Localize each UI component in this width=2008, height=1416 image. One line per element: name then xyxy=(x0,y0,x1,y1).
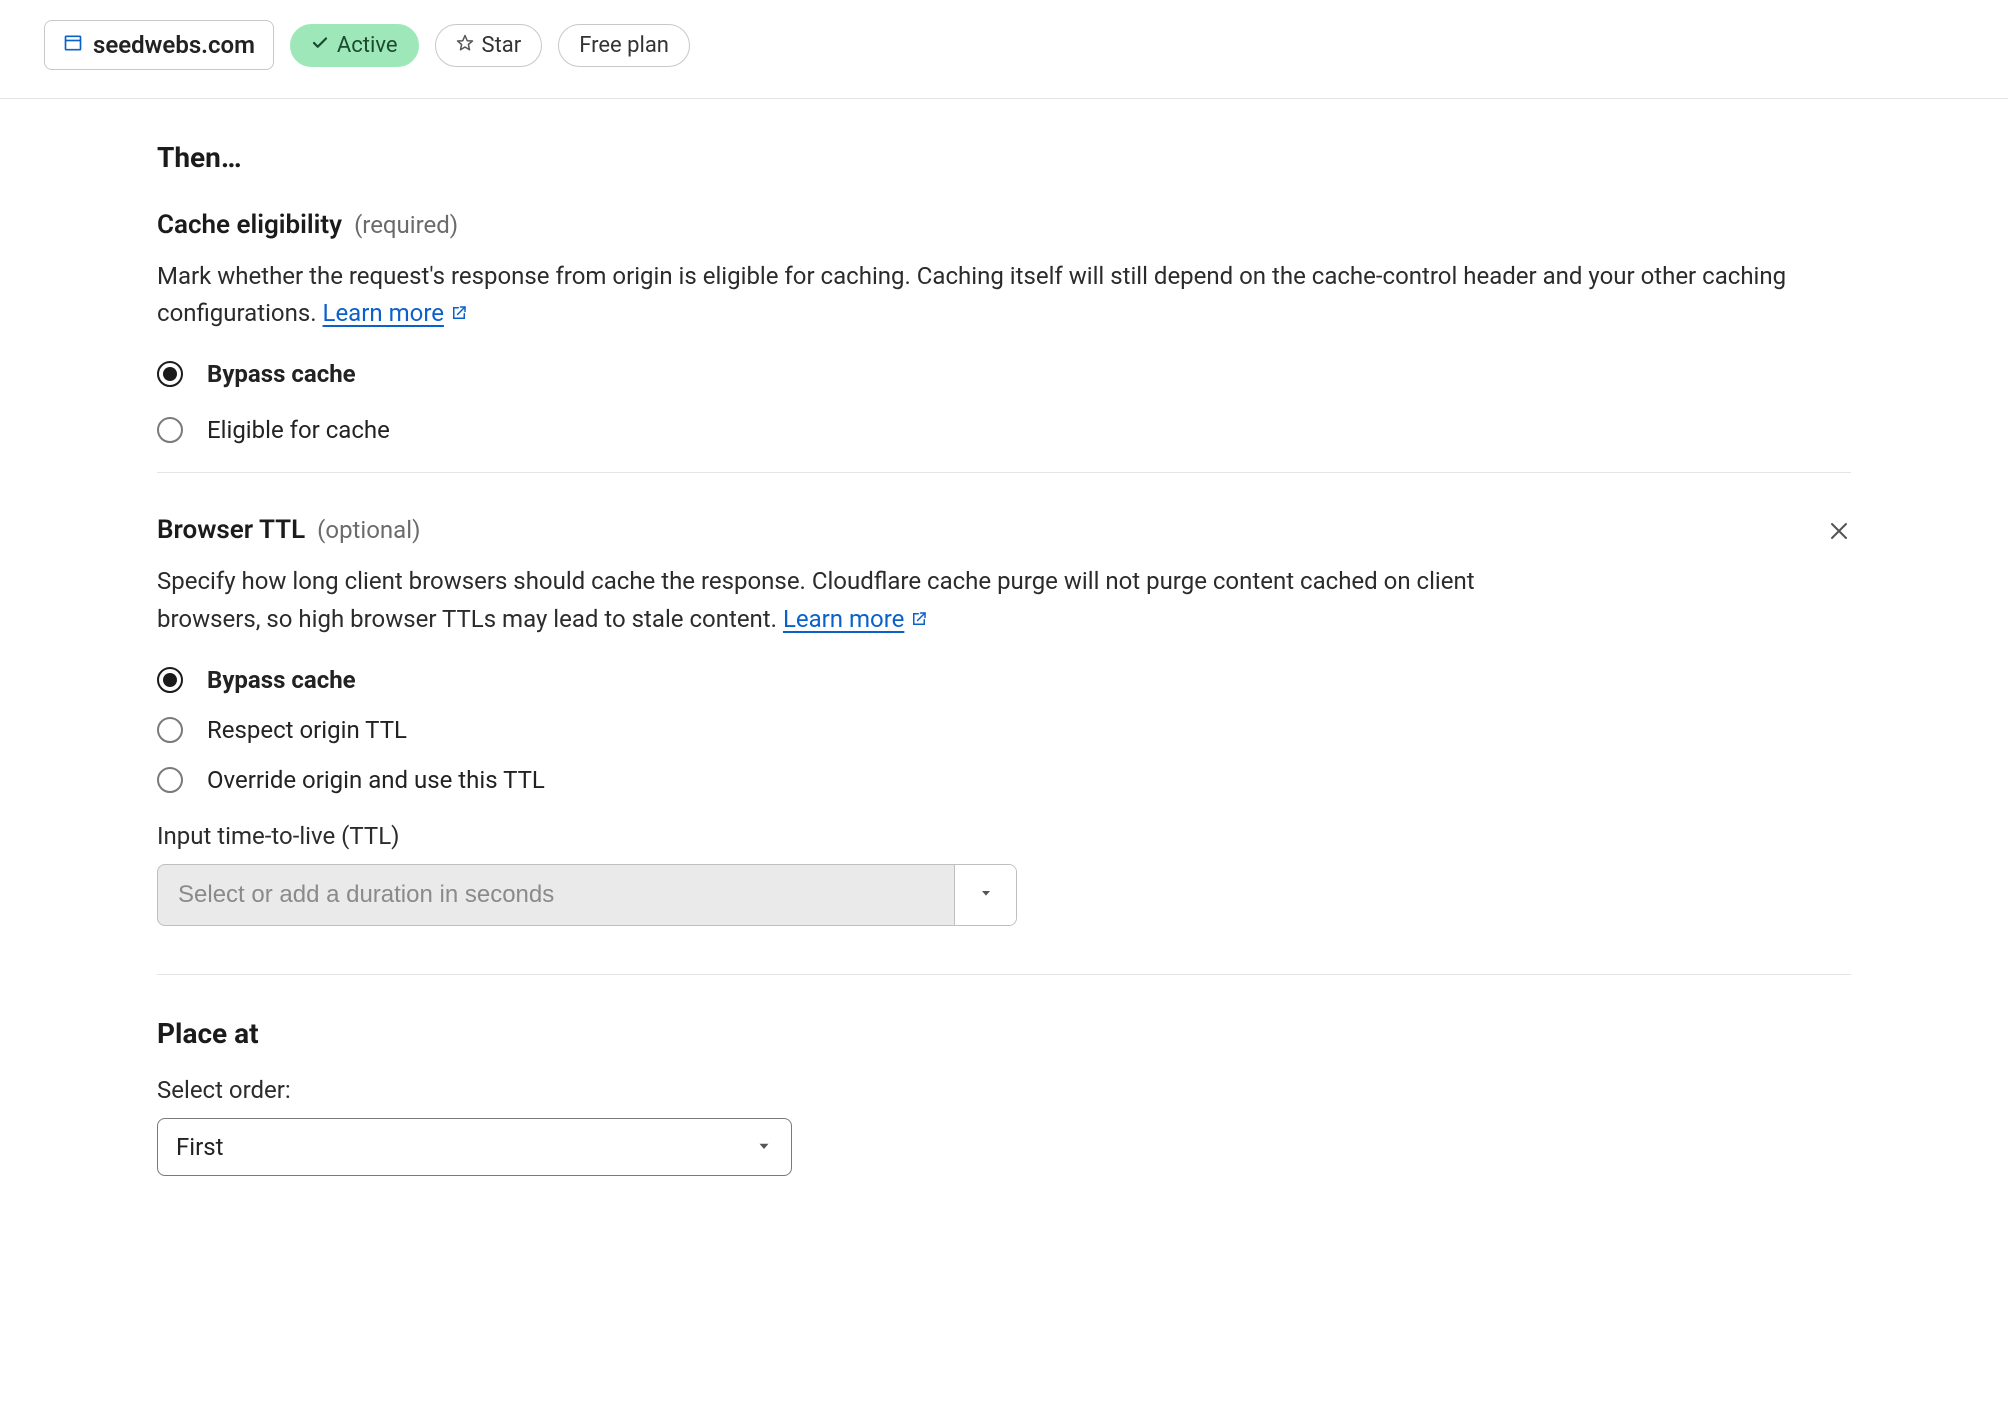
radio-icon xyxy=(157,361,183,387)
star-button[interactable]: Star xyxy=(435,24,543,67)
browser-ttl-title-text: Browser TTL xyxy=(157,515,305,545)
plan-label: Free plan xyxy=(579,33,669,58)
browser-ttl-optional-tag: (optional) xyxy=(317,516,420,544)
cache-section-title: Cache eligibility (required) xyxy=(157,210,1851,240)
check-icon xyxy=(311,33,329,58)
browser-radio-respect[interactable]: Respect origin TTL xyxy=(157,716,1851,744)
ttl-dropdown-toggle[interactable] xyxy=(954,865,1016,925)
browser-radio-bypass[interactable]: Bypass cache xyxy=(157,666,1851,694)
caret-down-icon xyxy=(978,885,994,905)
browser-radio-bypass-label: Bypass cache xyxy=(207,666,356,694)
page-header: seedwebs.com Active Star Free plan xyxy=(0,0,2008,99)
radio-icon xyxy=(157,767,183,793)
ttl-input-label: Input time-to-live (TTL) xyxy=(157,822,1851,850)
caret-down-icon xyxy=(755,1133,773,1161)
cache-radio-eligible[interactable]: Eligible for cache xyxy=(157,416,1851,444)
close-icon[interactable] xyxy=(1827,519,1851,543)
cache-radio-bypass[interactable]: Bypass cache xyxy=(157,360,1851,388)
section-divider xyxy=(157,472,1851,473)
radio-icon xyxy=(157,667,183,693)
cache-title-text: Cache eligibility xyxy=(157,210,342,240)
external-link-icon xyxy=(444,299,468,327)
external-link-icon xyxy=(904,605,928,633)
cache-description: Mark whether the request's response from… xyxy=(157,258,1851,332)
star-icon xyxy=(456,33,474,58)
browser-ttl-title: Browser TTL (optional) xyxy=(157,515,420,545)
cache-learn-more-link[interactable]: Learn more xyxy=(323,299,468,327)
browser-radio-override-label: Override origin and use this TTL xyxy=(207,766,545,794)
plan-pill[interactable]: Free plan xyxy=(558,24,690,67)
radio-icon xyxy=(157,417,183,443)
status-active-pill[interactable]: Active xyxy=(290,24,419,67)
browser-window-icon xyxy=(63,31,83,59)
radio-icon xyxy=(157,717,183,743)
browser-ttl-description: Specify how long client browsers should … xyxy=(157,563,1557,637)
ttl-combo[interactable] xyxy=(157,864,1017,926)
browser-ttl-header: Browser TTL (optional) xyxy=(157,515,1851,563)
ttl-input[interactable] xyxy=(158,865,954,925)
place-at-heading: Place at xyxy=(157,1017,1851,1050)
cache-radio-bypass-label: Bypass cache xyxy=(207,360,356,388)
status-label: Active xyxy=(337,33,398,58)
browser-radio-respect-label: Respect origin TTL xyxy=(207,716,407,744)
browser-ttl-learn-more-link[interactable]: Learn more xyxy=(783,605,928,633)
cache-required-tag: (required) xyxy=(354,211,458,239)
order-select[interactable]: First xyxy=(157,1118,792,1176)
select-order-label: Select order: xyxy=(157,1076,1851,1104)
domain-name: seedwebs.com xyxy=(93,31,255,59)
star-label: Star xyxy=(482,33,522,58)
browser-radio-override[interactable]: Override origin and use this TTL xyxy=(157,766,1851,794)
order-select-value: First xyxy=(176,1133,223,1161)
then-heading: Then… xyxy=(157,141,1851,174)
domain-selector[interactable]: seedwebs.com xyxy=(44,20,274,70)
cache-radio-eligible-label: Eligible for cache xyxy=(207,416,390,444)
section-divider xyxy=(157,974,1851,975)
main-content: Then… Cache eligibility (required) Mark … xyxy=(0,99,2008,1216)
